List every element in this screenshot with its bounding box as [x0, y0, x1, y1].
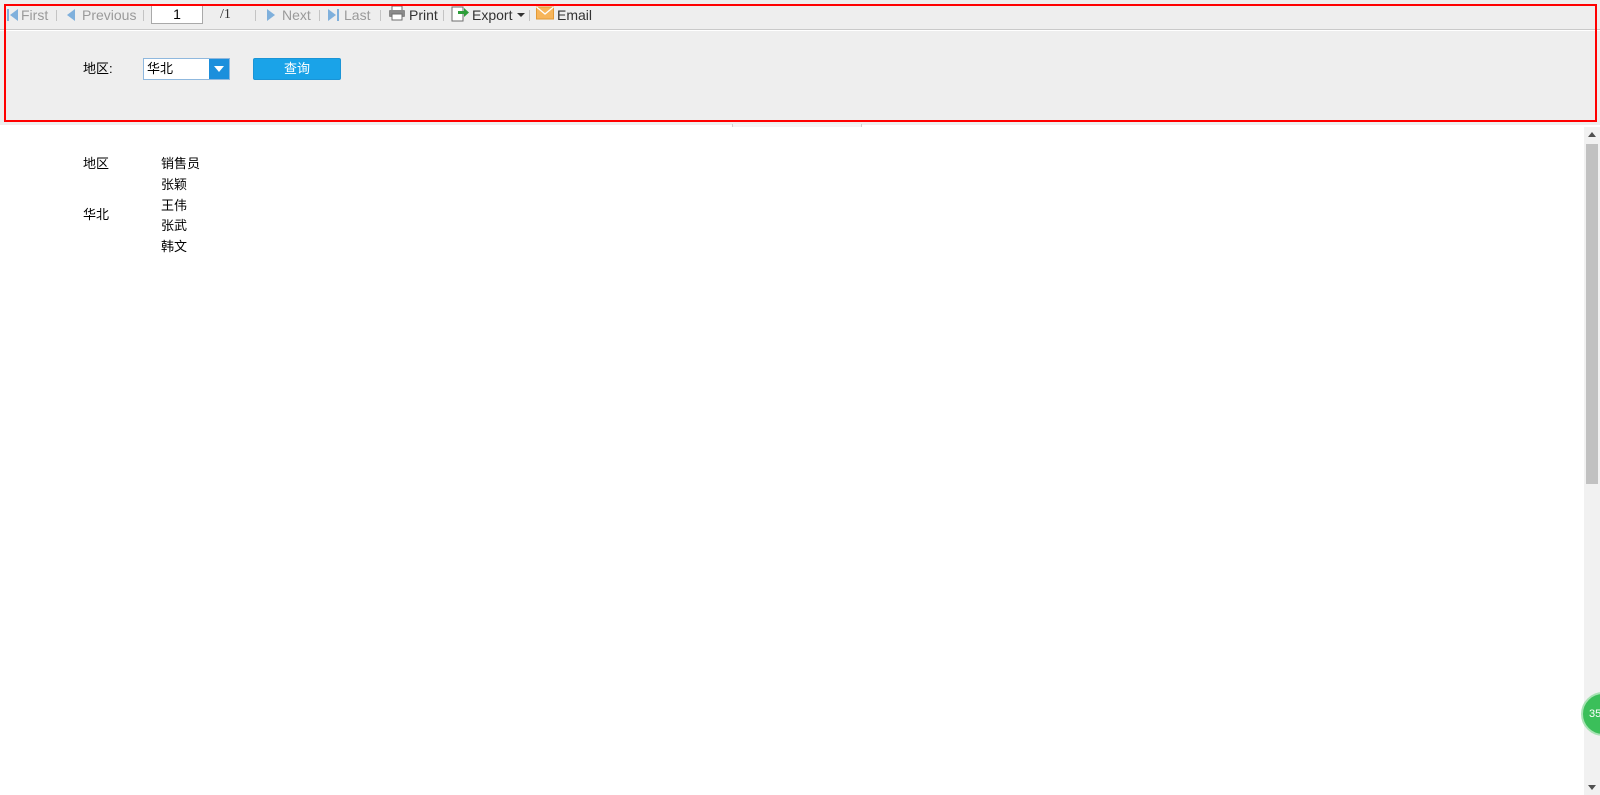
next-page-icon	[267, 9, 275, 21]
export-icon	[451, 5, 469, 26]
toolbar-divider	[143, 10, 144, 21]
previous-page-icon	[67, 9, 75, 21]
report-toolbar: First Previous /1 Next Last Print	[0, 0, 1600, 30]
page-number-input[interactable]	[151, 4, 203, 24]
region-param-label: 地区:	[83, 61, 113, 76]
previous-page-label: Previous	[82, 7, 137, 23]
salesperson-cell: 韩文	[161, 239, 188, 254]
scrollbar-thumb[interactable]	[1586, 144, 1598, 484]
toolbar-divider	[319, 10, 320, 21]
region-select[interactable]: 华北	[143, 58, 230, 80]
dropdown-arrow-icon[interactable]	[209, 59, 229, 79]
envelope-icon	[536, 6, 554, 24]
print-button[interactable]: Print	[388, 5, 438, 25]
export-label: Export	[472, 7, 513, 23]
salesperson-cell: 张武	[161, 218, 188, 233]
toolbar-divider	[443, 10, 444, 21]
next-page-button[interactable]: Next	[267, 6, 311, 24]
print-label: Print	[409, 7, 438, 23]
toolbar-divider	[529, 10, 530, 21]
salesperson-cell: 张颖	[161, 177, 188, 192]
last-page-button[interactable]: Last	[328, 6, 370, 24]
scroll-down-icon[interactable]	[1588, 785, 1596, 790]
printer-icon	[388, 5, 406, 25]
scroll-up-icon[interactable]	[1588, 132, 1596, 137]
parameter-panel: 地区: 华北 查询	[0, 31, 1600, 125]
last-page-icon	[328, 9, 339, 21]
toolbar-divider	[56, 10, 57, 21]
header-region: 地区	[83, 156, 110, 171]
page-total: /1	[220, 7, 231, 22]
query-button[interactable]: 查询	[253, 58, 341, 80]
toolbar-divider	[255, 10, 256, 21]
first-page-label: First	[21, 7, 49, 23]
chevron-down-icon	[517, 13, 526, 17]
salesperson-cell: 王伟	[161, 198, 188, 213]
previous-page-button[interactable]: Previous	[67, 6, 136, 24]
next-page-label: Next	[282, 7, 311, 23]
last-page-label: Last	[344, 7, 371, 23]
toolbar-divider	[380, 10, 381, 21]
header-salesperson: 销售员	[161, 156, 201, 171]
email-button[interactable]: Email	[536, 6, 592, 24]
email-label: Email	[557, 7, 593, 23]
region-cell: 华北	[83, 207, 110, 222]
report-body: 地区 销售员 华北 张颖 王伟 张武 韩文	[0, 127, 1584, 795]
first-page-button[interactable]: First	[7, 6, 48, 24]
first-page-icon	[7, 9, 18, 21]
region-select-value: 华北	[147, 61, 174, 76]
export-menu-button[interactable]: Export	[451, 5, 526, 26]
